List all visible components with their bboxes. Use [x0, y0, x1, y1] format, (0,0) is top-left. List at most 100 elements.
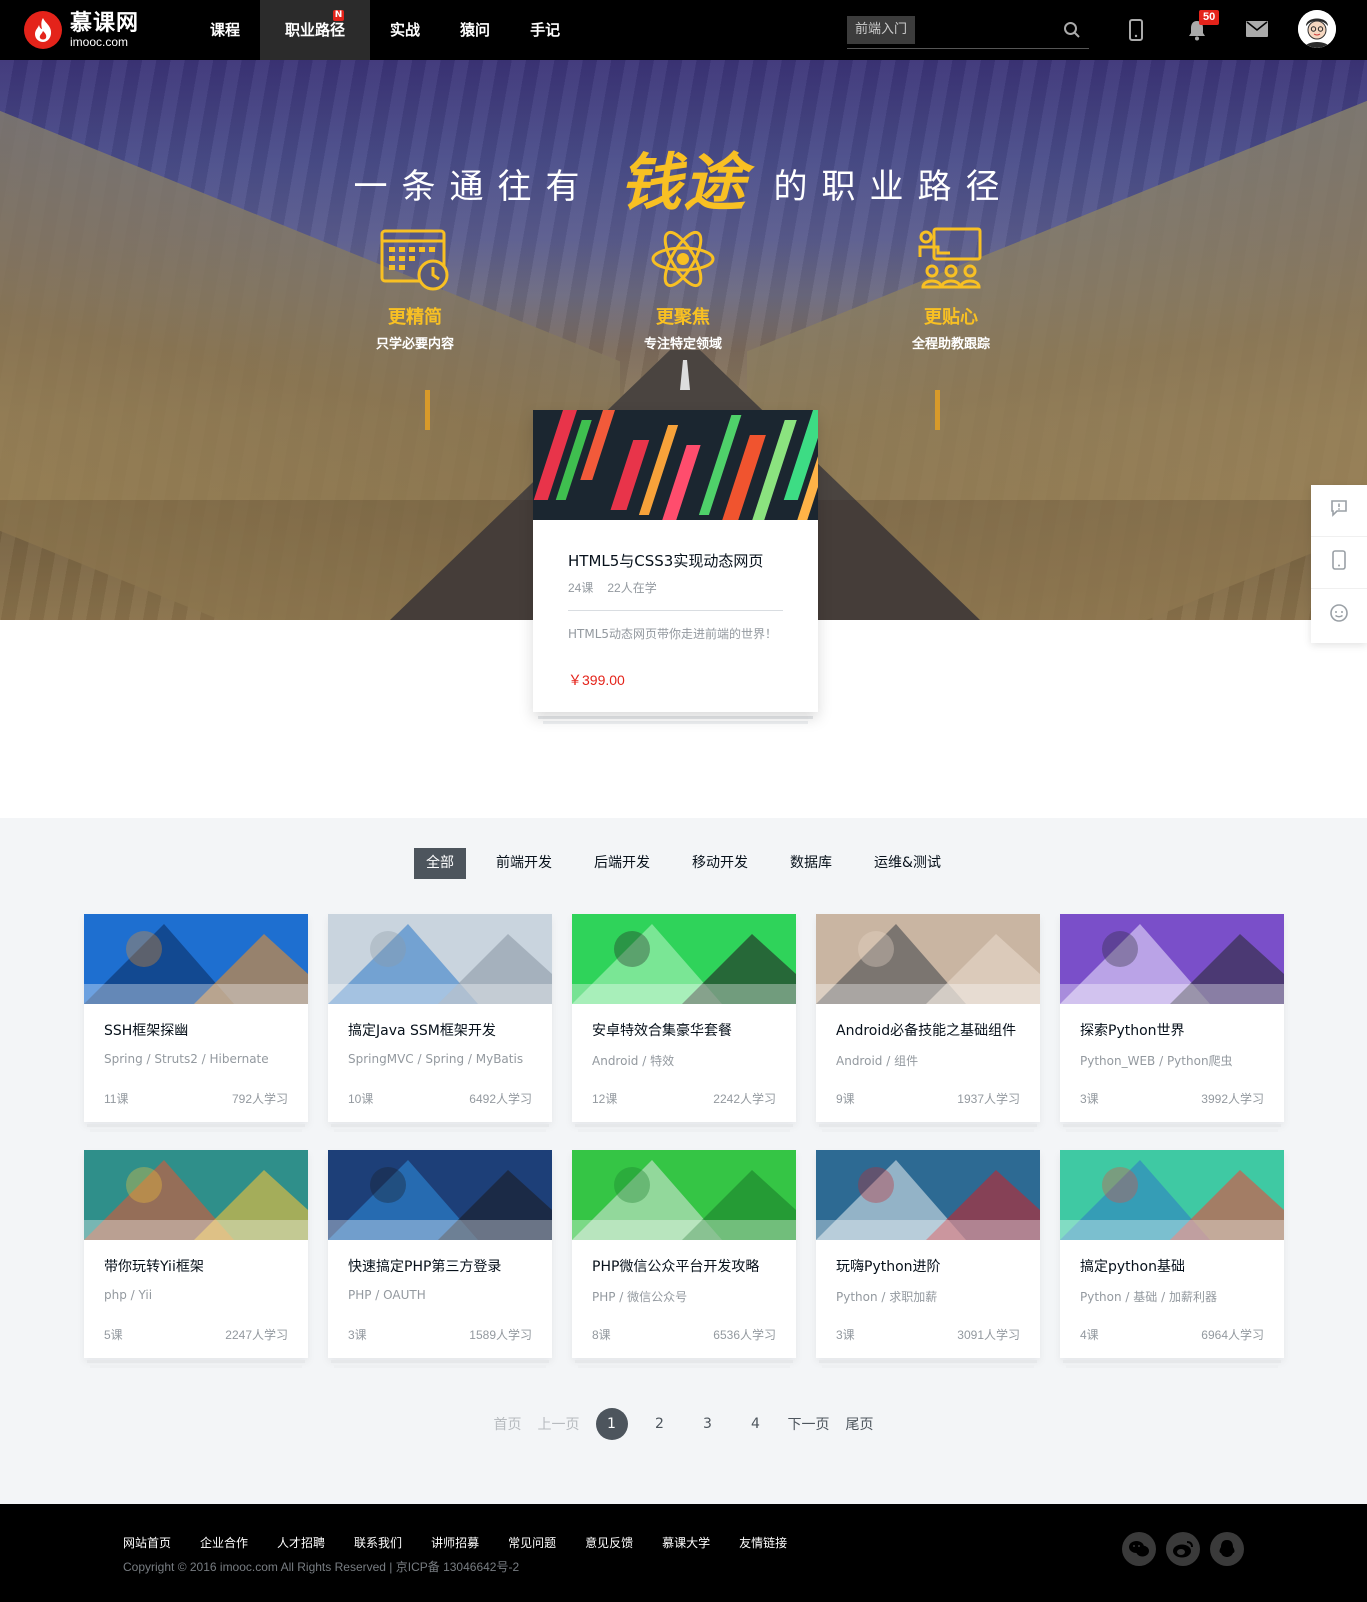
course-card[interactable]: 带你玩转Yii框架 php / Yii 5课 2247人学习 [84, 1150, 308, 1358]
footer-link[interactable]: 联系我们 [354, 1534, 402, 1551]
site-logo[interactable]: 慕课网 imooc.com [24, 10, 139, 50]
course-card[interactable]: SSH框架探幽 Spring / Struts2 / Hibernate 11课 79… [84, 914, 308, 1122]
featured-course-title: HTML5与CSS3实现动态网页 [568, 552, 764, 570]
qq-icon[interactable] [1210, 1532, 1244, 1566]
course-card[interactable]: 玩嗨Python进阶 Python / 求职加薪 3课 3091人学习 [816, 1150, 1040, 1358]
first-page-link[interactable]: 首页 [494, 1414, 522, 1434]
footer-link[interactable]: 人才招聘 [277, 1534, 325, 1551]
course-card[interactable]: 探索Python世界 Python_WEB / Python爬虫 3课 3992人学习 [1060, 914, 1284, 1122]
nav-item-notes[interactable]: 手记 [510, 0, 580, 60]
lesson-count: 3课 [348, 1328, 367, 1342]
lesson-count: 24课 [568, 581, 594, 595]
featured-course-card[interactable]: HTML5与CSS3实现动态网页 24课 22人在学 HTML5动态网页带你走进前… [533, 410, 818, 712]
page-number-current[interactable]: 1 [595, 1408, 628, 1440]
nav-item-courses[interactable]: 课程 [190, 0, 260, 60]
featured-course-image [533, 410, 818, 520]
course-stats: 5课 2247人学习 [104, 1326, 288, 1343]
footer-link[interactable]: 网站首页 [123, 1534, 171, 1551]
page-number[interactable]: 2 [644, 1408, 676, 1440]
featured-course-desc: HTML5动态网页带你走进前端的世界！ [568, 627, 778, 641]
course-title: 快速搞定PHP第三方登录 [348, 1259, 502, 1275]
course-cover-image [84, 914, 308, 1004]
course-card[interactable]: 搞定Java SSM框架开发 SpringMVC / Spring / MyBat… [328, 914, 552, 1122]
top-header: 慕课网 imooc.com 课程 职业路径 N 实战 猿问 手记 前端入门 50 [0, 0, 1367, 60]
card-stack-shadow [87, 1360, 305, 1363]
course-tags: Python / 求职加薪 [836, 1290, 938, 1304]
learner-count: 792人学习 [231, 1092, 288, 1106]
course-tags: SpringMVC / Spring / MyBatis [348, 1052, 524, 1066]
logo-name: 慕课网 [70, 10, 140, 36]
weibo-icon[interactable] [1166, 1532, 1200, 1566]
logo-domain: imooc.com [70, 34, 129, 49]
nav-item-qa[interactable]: 猿问 [440, 0, 510, 60]
lesson-count: 4课 [1080, 1328, 1099, 1342]
course-cover-image [1060, 1150, 1284, 1240]
card-stack-shadow [1066, 1129, 1278, 1132]
footer-link[interactable]: 常见问题 [508, 1534, 556, 1551]
card-stack-shadow [819, 1124, 1037, 1127]
learner-count: 6536人学习 [713, 1328, 776, 1342]
nav-item-career-path[interactable]: 职业路径 N [260, 0, 371, 60]
feedback-button[interactable] [1311, 485, 1367, 537]
search-box: 前端入门 [847, 16, 1089, 49]
card-stack-shadow [334, 1129, 546, 1132]
flame-logo-icon [24, 11, 62, 49]
page-number[interactable]: 4 [740, 1408, 772, 1440]
course-cover-image [816, 914, 1040, 1004]
search-icon[interactable] [1063, 21, 1081, 44]
hero-title-pre: 一条通往有 [353, 167, 594, 207]
customer-service-button[interactable] [1311, 589, 1367, 641]
wechat-icon[interactable] [1122, 1532, 1156, 1566]
tab-all[interactable]: 全部 [414, 848, 467, 879]
atom-icon [603, 225, 763, 293]
course-cover-image [328, 1150, 552, 1240]
tab-mobile[interactable]: 移动开发 [680, 848, 760, 879]
mobile-app-icon[interactable] [1129, 19, 1143, 46]
course-tags: PHP / OAUTH [348, 1288, 426, 1302]
tab-database[interactable]: 数据库 [778, 848, 844, 879]
course-stats: 3课 1589人学习 [348, 1326, 532, 1343]
user-avatar[interactable] [1298, 10, 1336, 48]
course-title: 搞定Java SSM框架开发 [348, 1023, 496, 1039]
course-cover-image [1060, 914, 1284, 1004]
tab-frontend[interactable]: 前端开发 [484, 848, 564, 879]
prev-page-link[interactable]: 上一页 [538, 1414, 580, 1434]
course-card[interactable]: 搞定python基础 Python / 基础 / 加薪利器 4课 6964人学习 [1060, 1150, 1284, 1358]
last-page-link[interactable]: 尾页 [846, 1414, 874, 1434]
lesson-count: 12课 [592, 1092, 618, 1106]
course-card[interactable]: 安卓特效合集豪华套餐 Android / 特效 12课 2242人学习 [572, 914, 796, 1122]
lesson-count: 3课 [836, 1328, 855, 1342]
footer-link[interactable]: 企业合作 [200, 1534, 248, 1551]
course-card[interactable]: 快速搞定PHP第三方登录 PHP / OAUTH 3课 1589人学习 [328, 1150, 552, 1358]
course-cover-image [328, 914, 552, 1004]
app-download-button[interactable] [1311, 537, 1367, 589]
footer-link[interactable]: 讲师招募 [431, 1534, 479, 1551]
card-stack-shadow [87, 1124, 305, 1127]
course-stats: 3课 3992人学习 [1080, 1090, 1264, 1107]
lesson-count: 5课 [104, 1328, 123, 1342]
feature-desc: 只学必要内容 [375, 337, 454, 352]
search-hot-tag[interactable]: 前端入门 [847, 16, 916, 44]
tab-ops-testing[interactable]: 运维&测试 [862, 848, 953, 879]
card-stack-shadow [1063, 1360, 1281, 1363]
course-card[interactable]: Android必备技能之基础组件 Android / 组件 9课 1937人学习 [816, 914, 1040, 1122]
search-input[interactable] [927, 16, 1047, 44]
course-tags: php / Yii [104, 1288, 153, 1302]
learner-count: 22人在学 [607, 581, 657, 595]
footer-link[interactable]: 慕课大学 [662, 1534, 710, 1551]
next-page-link[interactable]: 下一页 [788, 1414, 830, 1434]
course-cover-image [572, 914, 796, 1004]
featured-course-price: ￥399.00 [568, 672, 625, 688]
course-tags: PHP / 微信公众号 [592, 1290, 688, 1304]
social-links [1122, 1532, 1254, 1566]
mail-icon[interactable] [1246, 21, 1268, 42]
tab-backend[interactable]: 后端开发 [582, 848, 662, 879]
card-stack-shadow [90, 1365, 302, 1368]
footer-link[interactable]: 友情链接 [739, 1534, 787, 1551]
feature-title: 更精简 [388, 307, 442, 328]
page-number[interactable]: 3 [692, 1408, 724, 1440]
course-card[interactable]: PHP微信公众平台开发攻略 PHP / 微信公众号 8课 6536人学习 [572, 1150, 796, 1358]
nav-item-practice[interactable]: 实战 [370, 0, 440, 60]
course-cover-image [84, 1150, 308, 1240]
footer-link[interactable]: 意见反馈 [585, 1534, 633, 1551]
